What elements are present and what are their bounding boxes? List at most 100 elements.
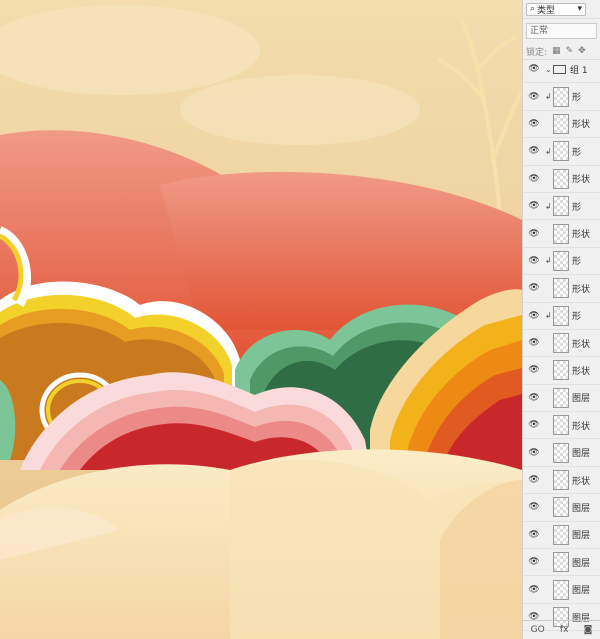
layer-name: 形状 <box>572 230 591 241</box>
chevron-down-icon: ▾ <box>577 4 582 14</box>
filter-label: 类型 <box>537 5 556 16</box>
lock-transparency-icon[interactable]: ▦ <box>552 46 561 56</box>
layer-row[interactable]: 👁 图层 <box>523 439 600 467</box>
layer-thumbnail <box>553 305 569 326</box>
layer-row[interactable]: 👁 ↲ 形 <box>523 138 600 166</box>
layer-name: 图层 <box>572 503 591 514</box>
eye-icon[interactable]: 👁 <box>523 146 545 156</box>
layers-panel: ⌕ 类型 ▾ 正常 锁定: ▦ ✎ ✥ 👁 ⌄ 组 1 👁 ↲ 形 👁 形状 👁 ↲ 形 👁 形状… <box>522 0 600 639</box>
layer-row[interactable]: 👁 形状 <box>523 275 600 303</box>
layer-name: 形 <box>572 147 582 158</box>
layer-row[interactable]: 👁 ↲ 形 <box>523 303 600 330</box>
clip-arrow-icon: ↲ <box>545 256 552 266</box>
layer-row[interactable]: 👁 形状 <box>523 330 600 358</box>
layer-thumbnail <box>553 141 569 162</box>
layer-name: 图层 <box>572 394 591 405</box>
eye-icon[interactable]: 👁 <box>523 585 545 595</box>
layer-row[interactable]: 👁 形状 <box>523 412 600 440</box>
layer-name: 形 <box>572 93 582 104</box>
clip-arrow-icon: ↲ <box>545 201 552 211</box>
layer-name: 形状 <box>572 120 591 131</box>
eye-icon[interactable]: 👁 <box>523 530 545 540</box>
eye-icon[interactable]: 👁 <box>523 229 545 239</box>
layer-name: 图层 <box>572 449 591 460</box>
layer-thumbnail <box>553 86 569 107</box>
layer-thumbnail <box>553 552 569 573</box>
layer-name: 图层 <box>572 558 591 569</box>
layer-name: 形 <box>572 202 582 213</box>
layer-thumbnail <box>553 497 569 518</box>
layer-name: 形状 <box>572 366 591 377</box>
link-icon[interactable]: GO <box>531 625 545 635</box>
eye-icon[interactable]: 👁 <box>523 502 545 512</box>
clip-arrow-icon: ↲ <box>545 146 552 156</box>
layer-name: 形状 <box>572 476 591 487</box>
eye-icon[interactable]: 👁 <box>523 283 545 293</box>
lock-position-icon[interactable]: ✥ <box>578 46 586 56</box>
layer-thumbnail <box>553 442 569 463</box>
layer-name: 形状 <box>572 339 591 350</box>
layer-filter-dropdown[interactable]: ⌕ 类型 ▾ <box>526 2 586 16</box>
chevron-down-icon[interactable]: ⌄ <box>545 65 553 74</box>
eye-icon[interactable]: 👁 <box>523 365 545 375</box>
layer-name: 图层 <box>572 586 591 597</box>
cream-foreground-clouds <box>0 449 522 639</box>
layer-name: 形状 <box>572 175 591 186</box>
layer-name: 形 <box>572 312 582 323</box>
eye-icon[interactable]: 👁 <box>523 557 545 567</box>
eye-icon[interactable]: 👁 <box>523 393 545 403</box>
eye-icon[interactable]: 👁 <box>523 174 545 184</box>
eye-icon[interactable]: 👁 <box>523 92 545 102</box>
layer-row[interactable]: 👁 ↲ 形 <box>523 193 600 221</box>
layer-row[interactable]: 👁 ↲ 形 <box>523 83 600 111</box>
blend-mode-select[interactable]: 正常 <box>526 23 597 39</box>
eye-icon[interactable]: 👁 <box>523 119 545 129</box>
layer-row[interactable]: 👁 ↲ 形 <box>523 248 600 276</box>
layer-thumbnail <box>553 524 569 545</box>
eye-icon[interactable]: 👁 <box>523 448 545 458</box>
layer-thumbnail <box>553 250 569 271</box>
layer-name: 形 <box>572 257 582 268</box>
group-name: 组 1 <box>570 65 588 76</box>
eye-icon[interactable]: 👁 <box>523 256 545 266</box>
fx-icon[interactable]: fx <box>560 625 569 635</box>
layer-thumbnail <box>553 278 569 299</box>
eye-icon[interactable]: 👁 <box>523 311 545 321</box>
layer-row[interactable]: 👁 形状 <box>523 166 600 193</box>
layer-filter-row: ⌕ 类型 ▾ <box>523 0 600 19</box>
layer-thumbnail <box>553 223 569 244</box>
layer-thumbnail <box>553 387 569 408</box>
layer-name: 形状 <box>572 421 591 432</box>
clip-arrow-icon: ↲ <box>545 92 552 102</box>
artwork-illustration <box>0 0 522 639</box>
layer-thumbnail <box>553 168 569 189</box>
eye-icon[interactable]: 👁 <box>523 475 545 485</box>
layer-thumbnail <box>553 113 569 134</box>
eye-icon[interactable]: 👁 <box>523 64 545 74</box>
layer-row[interactable]: 👁 形状 <box>523 357 600 385</box>
eye-icon[interactable]: 👁 <box>523 420 545 430</box>
layer-group[interactable]: 👁 ⌄ 组 1 <box>523 56 600 84</box>
panel-footer: GO fx ◙ <box>523 620 600 639</box>
layer-row[interactable]: 👁 图层 <box>523 494 600 522</box>
layer-name: 图层 <box>572 531 591 542</box>
clip-arrow-icon: ↲ <box>545 311 552 321</box>
layer-row[interactable]: 👁 图层 <box>523 576 600 604</box>
layer-name: 形状 <box>572 284 591 295</box>
eye-icon[interactable]: 👁 <box>523 338 545 348</box>
blend-mode-row: 正常 <box>526 21 597 41</box>
eye-icon[interactable]: 👁 <box>523 201 545 211</box>
lock-brush-icon[interactable]: ✎ <box>566 46 574 56</box>
layer-row[interactable]: 👁 形状 <box>523 220 600 248</box>
mask-icon[interactable]: ◙ <box>584 625 593 635</box>
layer-row[interactable]: 👁 图层 <box>523 549 600 577</box>
layer-row[interactable]: 👁 图层 <box>523 522 600 550</box>
folder-icon <box>553 64 566 74</box>
layer-row[interactable]: 👁 图层 <box>523 385 600 413</box>
layer-row[interactable]: 👁 形状 <box>523 111 600 139</box>
layer-thumbnail <box>553 579 569 600</box>
sky-cloud <box>180 75 420 145</box>
artwork-canvas[interactable] <box>0 0 522 639</box>
layer-row[interactable]: 👁 形状 <box>523 467 600 495</box>
search-icon: ⌕ <box>530 4 536 14</box>
